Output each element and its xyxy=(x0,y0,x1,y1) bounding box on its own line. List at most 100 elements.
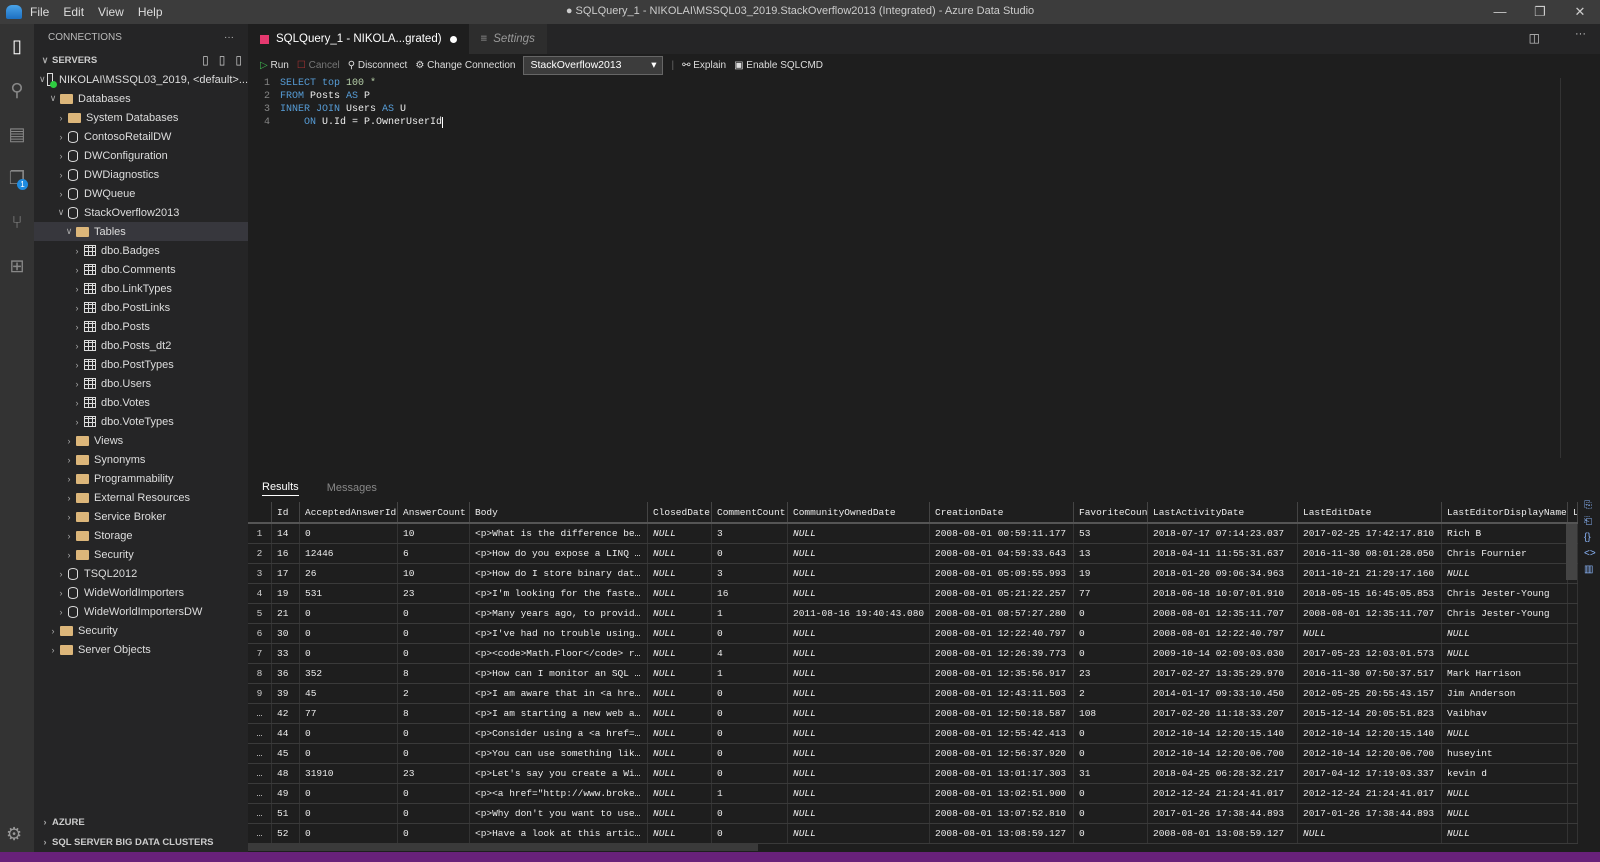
grid-cell[interactable]: NULL xyxy=(648,584,712,603)
menu-view[interactable]: View xyxy=(98,5,124,19)
grid-cell[interactable]: 2008-08-01 12:56:37.920 xyxy=(930,744,1074,763)
editor-scrollbar[interactable] xyxy=(1560,78,1572,458)
grid-cell[interactable]: <p>How do I store binary dat… xyxy=(470,564,648,583)
grid-horizontal-scrollbar[interactable] xyxy=(248,843,758,851)
grid-cell[interactable]: 2008-08-01 13:01:17.303 xyxy=(930,764,1074,783)
explorer-icon[interactable]: ❐ 1 xyxy=(0,156,34,200)
grid-cell[interactable] xyxy=(1568,744,1578,763)
chevron-right-icon[interactable]: › xyxy=(62,512,76,522)
grid-cell[interactable]: 1 xyxy=(248,524,272,543)
grid-cell[interactable]: 12446 xyxy=(300,544,398,563)
active-connections-icon[interactable]: ▯ xyxy=(235,53,242,67)
servers-view-icon[interactable]: ▯ xyxy=(0,24,34,68)
tree-item[interactable]: › DWConfiguration xyxy=(34,146,248,165)
grid-cell[interactable]: NULL xyxy=(648,564,712,583)
grid-cell[interactable]: 4 xyxy=(712,644,788,663)
grid-cell[interactable]: <p>I am starting a new web a… xyxy=(470,704,648,723)
grid-cell[interactable]: 2018-07-17 07:14:23.037 xyxy=(1148,524,1298,543)
unsaved-dot-icon[interactable] xyxy=(449,35,457,43)
grid-cell[interactable]: 3 xyxy=(248,564,272,583)
grid-cell[interactable]: 6 xyxy=(248,624,272,643)
grid-cell[interactable] xyxy=(1568,724,1578,743)
tree-item[interactable]: › Service Broker xyxy=(34,507,248,526)
menu-help[interactable]: Help xyxy=(138,5,163,19)
grid-cell[interactable]: 2011-08-16 19:40:43.080 xyxy=(788,604,930,623)
grid-cell[interactable]: 0 xyxy=(300,804,398,823)
grid-cell[interactable]: 0 xyxy=(712,744,788,763)
grid-cell[interactable]: Chris Jester-Young xyxy=(1442,604,1568,623)
grid-cell[interactable]: 2017-02-25 17:42:17.810 xyxy=(1298,524,1442,543)
chevron-right-icon[interactable]: › xyxy=(54,113,68,123)
chevron-right-icon[interactable]: › xyxy=(54,569,68,579)
chevron-down-icon[interactable]: ∨ xyxy=(54,207,68,218)
tree-item[interactable]: ∨ Databases xyxy=(34,89,248,108)
save-json-icon[interactable]: {} xyxy=(1584,532,1596,543)
grid-cell[interactable]: 7 xyxy=(248,644,272,663)
enable-sqlcmd-button[interactable]: ▣ Enable SQLCMD xyxy=(734,60,823,71)
tree-item[interactable]: › Views xyxy=(34,431,248,450)
grid-cell[interactable]: NULL xyxy=(648,524,712,543)
grid-cell[interactable]: NULL xyxy=(648,784,712,803)
grid-cell[interactable]: NULL xyxy=(648,704,712,723)
cancel-button[interactable]: ☐ Cancel xyxy=(297,60,340,71)
chevron-right-icon[interactable]: › xyxy=(70,341,84,351)
grid-cell[interactable]: NULL xyxy=(1442,624,1568,643)
tree-item[interactable]: › ContosoRetailDW xyxy=(34,127,248,146)
tree-item[interactable]: › System Databases xyxy=(34,108,248,127)
grid-cell[interactable]: 2014-01-17 09:33:10.450 xyxy=(1148,684,1298,703)
grid-cell[interactable]: NULL xyxy=(788,784,930,803)
grid-cell[interactable]: 2017-01-26 17:38:44.893 xyxy=(1298,804,1442,823)
grid-cell[interactable]: 3 xyxy=(712,564,788,583)
source-control-icon[interactable]: ⑂ xyxy=(0,200,34,244)
grid-cell[interactable]: 23 xyxy=(398,764,470,783)
grid-cell[interactable]: NULL xyxy=(648,724,712,743)
grid-cell[interactable]: NULL xyxy=(648,544,712,563)
tree-item[interactable]: › DWQueue xyxy=(34,184,248,203)
grid-cell[interactable] xyxy=(1568,624,1578,643)
grid-cell[interactable]: NULL xyxy=(788,624,930,643)
chevron-right-icon[interactable]: › xyxy=(70,246,84,256)
chevron-right-icon[interactable]: › xyxy=(70,284,84,294)
tree-item[interactable]: › dbo.Posts xyxy=(34,317,248,336)
tree-item[interactable]: › Synonyms xyxy=(34,450,248,469)
grid-cell[interactable]: <p>I'm looking for the faste… xyxy=(470,584,648,603)
grid-cell[interactable]: … xyxy=(248,804,272,823)
grid-cell[interactable]: 45 xyxy=(272,744,300,763)
chevron-down-icon[interactable]: ∨ xyxy=(46,93,60,104)
tree-item[interactable]: › DWDiagnostics xyxy=(34,165,248,184)
tree-item[interactable]: › dbo.Posts_dt2 xyxy=(34,336,248,355)
tree-item[interactable]: › Security xyxy=(34,545,248,564)
grid-cell[interactable]: 0 xyxy=(712,824,788,843)
grid-cell[interactable]: <p><a href="http://www.broke… xyxy=(470,784,648,803)
chevron-right-icon[interactable]: › xyxy=(70,398,84,408)
grid-cell[interactable]: 0 xyxy=(398,744,470,763)
grid-cell[interactable]: 2012-10-14 12:20:06.700 xyxy=(1298,744,1442,763)
grid-cell[interactable]: 0 xyxy=(398,824,470,843)
grid-cell[interactable]: 0 xyxy=(712,624,788,643)
grid-cell[interactable]: <p>Why don't you want to use… xyxy=(470,804,648,823)
grid-cell[interactable]: 52 xyxy=(272,824,300,843)
grid-cell[interactable]: 33 xyxy=(272,644,300,663)
grid-cell[interactable]: NULL xyxy=(788,684,930,703)
tree-item[interactable]: › Security xyxy=(34,621,248,640)
grid-cell[interactable]: 2012-05-25 20:55:43.157 xyxy=(1298,684,1442,703)
grid-cell[interactable]: 2012-12-24 21:24:41.017 xyxy=(1148,784,1298,803)
grid-cell[interactable]: 2008-08-01 13:08:59.127 xyxy=(1148,824,1298,843)
grid-cell[interactable]: 49 xyxy=(272,784,300,803)
grid-cell[interactable]: NULL xyxy=(788,704,930,723)
chevron-right-icon[interactable]: › xyxy=(54,132,68,142)
grid-cell[interactable]: Jim Anderson xyxy=(1442,684,1568,703)
tree-item[interactable]: › WideWorldImporters xyxy=(34,583,248,602)
grid-cell[interactable]: 2018-04-11 11:55:31.637 xyxy=(1148,544,1298,563)
grid-cell[interactable]: 2016-11-30 08:01:28.050 xyxy=(1298,544,1442,563)
chevron-right-icon[interactable]: › xyxy=(70,379,84,389)
tree-item[interactable]: › TSQL2012 xyxy=(34,564,248,583)
explain-button[interactable]: ⚯ Explain xyxy=(682,60,726,71)
grid-cell[interactable]: 48 xyxy=(272,764,300,783)
column-header[interactable]: Body xyxy=(470,502,648,522)
run-button[interactable]: ▷ Run xyxy=(260,60,289,71)
tree-item[interactable]: › dbo.LinkTypes xyxy=(34,279,248,298)
grid-cell[interactable]: 0 xyxy=(1074,804,1148,823)
column-header[interactable]: Id xyxy=(272,502,300,522)
grid-cell[interactable]: Vaibhav xyxy=(1442,704,1568,723)
